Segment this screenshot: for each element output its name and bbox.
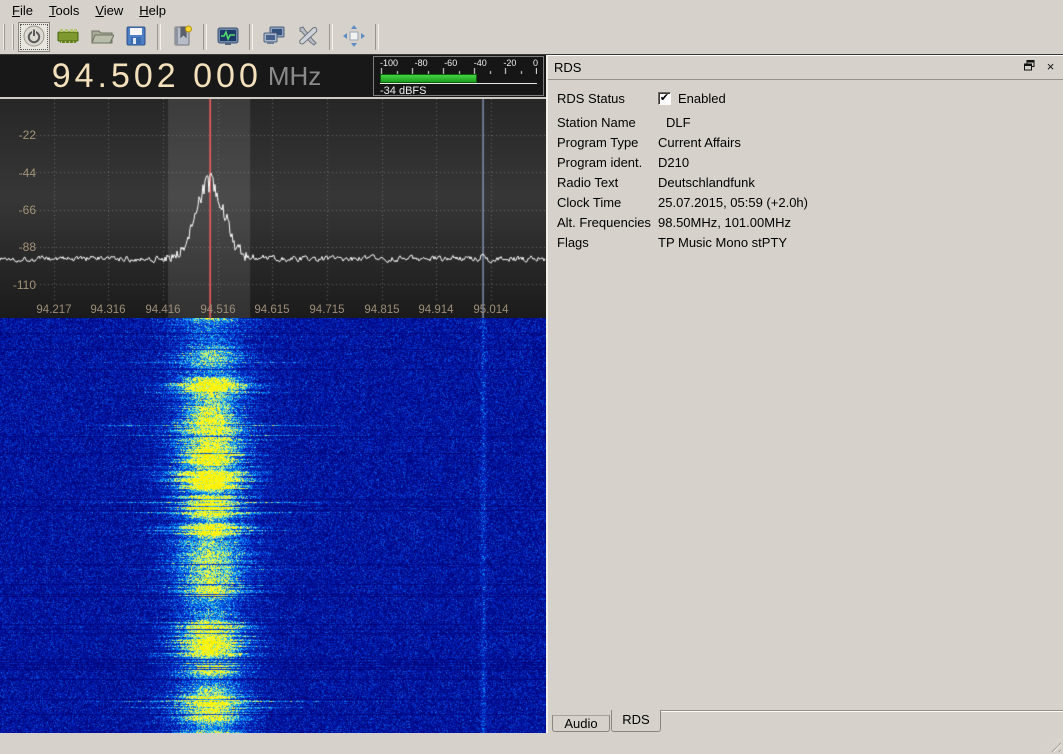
waterfall-display[interactable] (0, 318, 546, 733)
spectrum-plot[interactable]: -22 -44 -66 -88 -110 94.217 94.316 94.41… (0, 99, 546, 318)
meter-label: -80 (415, 58, 428, 68)
tab-bar-line (661, 710, 1063, 711)
save-settings-button[interactable] (120, 22, 152, 52)
move-arrows-icon (342, 24, 366, 51)
meter-label: -60 (444, 58, 457, 68)
meter-label: -20 (503, 58, 516, 68)
checkmark-icon: ✔ (660, 93, 669, 104)
rds-field-label: Radio Text (557, 175, 658, 190)
meter-track (380, 74, 537, 83)
frequency-display[interactable]: 94.502 000 MHz (0, 55, 373, 97)
load-settings-button[interactable] (86, 22, 118, 52)
meter-label: -100 (380, 58, 398, 68)
spectrum-canvas[interactable] (0, 99, 546, 318)
sdr-device-icon (56, 24, 80, 51)
menu-help[interactable]: Help (131, 1, 174, 20)
rds-enabled-label: Enabled (678, 91, 726, 106)
frequency-unit: MHz (268, 61, 321, 92)
rds-field-label: Alt. Frequencies (557, 215, 658, 230)
x-tick-label: 94.815 (364, 304, 399, 316)
signal-meter: -100 -80 -60 -40 -20 0 -34 dBFS (373, 56, 544, 96)
frequency-row: 94.502 000 MHz -100 -80 -60 -40 -20 0 (0, 55, 546, 97)
x-tick-label: 94.516 (200, 304, 235, 316)
rds-field-value: Deutschlandfunk (658, 175, 755, 190)
toolbar-separator (157, 24, 161, 50)
rds-field-value: 25.07.2015, 05:59 (+2.0h) (658, 195, 808, 210)
x-tick-label: 94.217 (36, 304, 71, 316)
rds-field-label: Station Name (557, 115, 658, 130)
toolbar-separator (329, 24, 333, 50)
rds-content: RDS Status ✔ Enabled Station Name DLF Pr… (548, 80, 1063, 252)
crossed-tools-icon (296, 24, 320, 51)
meter-label: -40 (474, 58, 487, 68)
meter-value-label: -34 dBFS (380, 85, 538, 97)
dock-float-button[interactable] (1022, 59, 1037, 74)
rds-status-label: RDS Status (557, 91, 658, 106)
resize-grip[interactable] (1047, 738, 1061, 752)
rds-field-value: D210 (658, 155, 689, 170)
toolbar-drag-handle[interactable] (3, 24, 14, 50)
power-icon (22, 24, 46, 51)
menu-file[interactable]: File (4, 1, 41, 20)
tab-rds[interactable]: RDS (611, 710, 661, 732)
meter-label: 0 (533, 58, 538, 68)
bookmarks-button[interactable] (166, 22, 198, 52)
remote-control-button[interactable] (258, 22, 290, 52)
x-tick-label: 94.615 (254, 304, 289, 316)
toolbar-separator (249, 24, 253, 50)
y-tick-label: -110 (0, 278, 36, 292)
menu-view[interactable]: View (87, 1, 131, 20)
toolbar-separator (203, 24, 207, 50)
meter-baseline (380, 83, 537, 84)
rds-field-label: Program Type (557, 135, 658, 150)
tools-button[interactable] (292, 22, 324, 52)
meter-level-bar (380, 74, 477, 83)
dsp-settings-button[interactable] (212, 22, 244, 52)
toolbar-separator (375, 24, 379, 50)
menu-tools[interactable]: Tools (41, 1, 87, 20)
frequency-digits[interactable]: 94.502 000 (52, 57, 262, 96)
float-icon (1024, 60, 1035, 73)
remote-computers-icon (262, 24, 286, 51)
x-tick-label: 94.416 (145, 304, 180, 316)
rds-enabled-checkbox[interactable]: ✔ (658, 92, 671, 105)
app-window: File Tools View Help (0, 0, 1063, 754)
power-toggle-button[interactable] (18, 22, 50, 52)
dock-title-bar[interactable]: RDS × (548, 55, 1063, 80)
y-tick-label: -44 (0, 166, 36, 180)
tab-audio[interactable]: Audio (552, 715, 610, 732)
x-tick-label: 94.715 (309, 304, 344, 316)
rds-field-value: Current Affairs (658, 135, 741, 150)
rds-field-label: Clock Time (557, 195, 658, 210)
toolbar (0, 20, 1063, 55)
receiver-display-panel: 94.502 000 MHz -100 -80 -60 -40 -20 0 (0, 55, 546, 733)
rds-field-label: Program ident. (557, 155, 658, 170)
y-tick-label: -88 (0, 240, 36, 254)
x-tick-label: 94.914 (418, 304, 453, 316)
rds-dock-panel: RDS × RDS Status ✔ Enabled Station Name … (546, 55, 1063, 733)
save-icon (124, 24, 148, 51)
dock-close-button[interactable]: × (1043, 59, 1058, 74)
rds-field-value: 98.50MHz, 101.00MHz (658, 215, 791, 230)
dsp-monitor-icon (216, 24, 240, 51)
menu-bar: File Tools View Help (0, 0, 1063, 20)
bookmark-icon (170, 24, 194, 51)
y-tick-label: -22 (0, 128, 36, 142)
y-tick-label: -66 (0, 203, 36, 217)
x-tick-label: 94.316 (90, 304, 125, 316)
x-tick-label: 95.014 (473, 304, 508, 316)
dock-title: RDS (554, 60, 581, 75)
rds-field-label: Flags (557, 235, 658, 250)
rds-field-value: TP Music Mono stPTY (658, 235, 787, 250)
open-folder-icon (90, 24, 114, 51)
status-bar (0, 733, 1063, 754)
close-icon: × (1047, 60, 1055, 73)
configure-io-button[interactable] (52, 22, 84, 52)
meter-scale-labels: -100 -80 -60 -40 -20 0 (380, 58, 538, 68)
rds-field-value: DLF (658, 115, 691, 130)
fullscreen-button[interactable] (338, 22, 370, 52)
dock-tab-bar: Audio RDS (548, 710, 1063, 733)
